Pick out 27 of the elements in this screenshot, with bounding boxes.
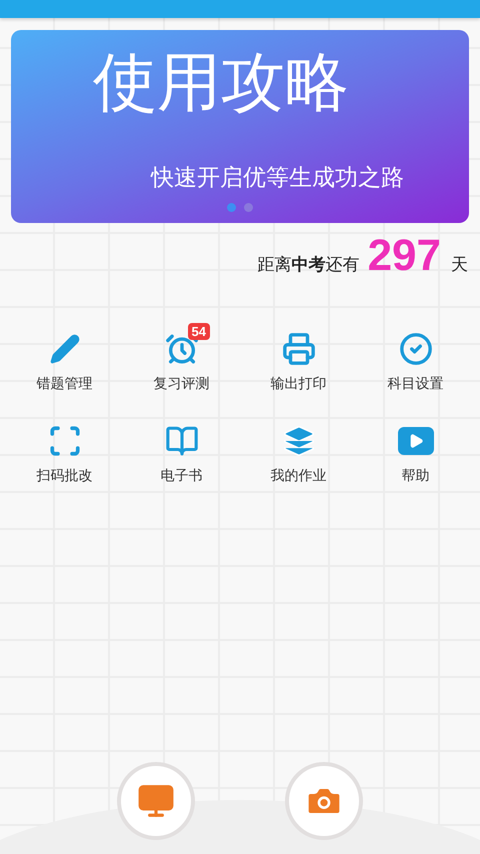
menu-item[interactable]: 我的作业 <box>270 467 326 485</box>
exam-name: 中考 <box>292 254 326 276</box>
monitor-icon <box>137 782 175 820</box>
days-unit: 天 <box>451 254 468 276</box>
pencil-icon <box>48 333 80 365</box>
count-badge: 54 <box>188 323 210 340</box>
days-count: 297 <box>368 231 441 281</box>
countdown-middle: 还有 <box>326 254 360 276</box>
menu-item[interactable]: 帮助 <box>402 467 430 485</box>
menu-item[interactable]: 复习评测 <box>154 375 210 393</box>
layers-icon <box>282 424 316 458</box>
printer-icon <box>282 332 316 366</box>
menu-item[interactable]: 电子书 <box>160 467 202 485</box>
scan-icon <box>48 424 82 458</box>
menu-item[interactable]: 错题管理 <box>36 375 92 393</box>
menu-item[interactable]: 扫码批改 <box>36 467 92 485</box>
banner-title: 使用攻略 <box>93 48 350 118</box>
page-dot[interactable] <box>227 203 236 212</box>
book-icon <box>164 424 198 458</box>
play-icon <box>398 427 434 455</box>
menu-item[interactable]: 输出打印 <box>270 375 326 393</box>
page-dot[interactable] <box>244 203 253 212</box>
countdown-prefix: 距离 <box>258 254 292 276</box>
check-circle-icon <box>398 332 432 366</box>
menu-item[interactable]: 科目设置 <box>388 375 444 393</box>
banner-subtitle: 快速开启优等生成功之路 <box>151 164 405 194</box>
banner[interactable]: 使用攻略 快速开启优等生成功之路 <box>11 30 469 223</box>
